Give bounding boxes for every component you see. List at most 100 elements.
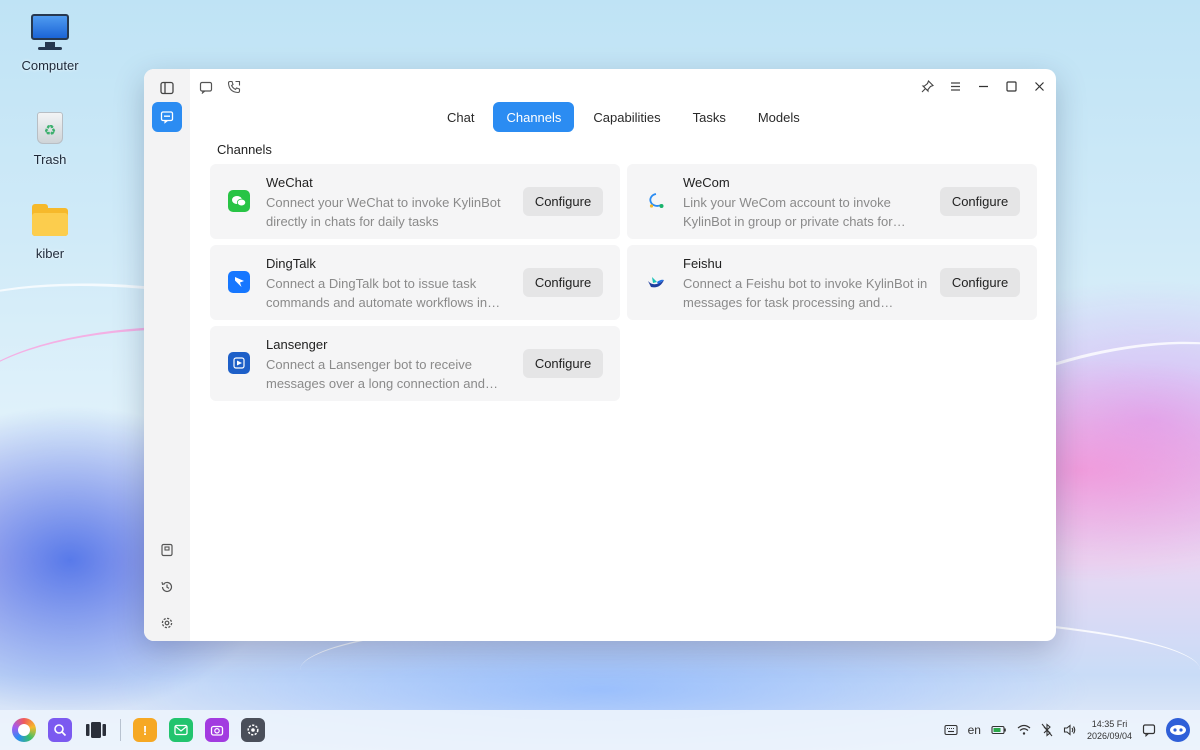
trash-icon: ♻ <box>30 106 70 146</box>
history-icon <box>161 581 173 593</box>
desktop-icon-label: kiber <box>35 246 65 261</box>
desktop-icon-computer[interactable]: Computer <box>15 12 85 73</box>
configure-wecom-button[interactable]: Configure <box>940 187 1020 216</box>
pin-icon <box>921 79 934 92</box>
keyboard-icon <box>944 724 958 736</box>
user-avatar-icon <box>1170 725 1186 735</box>
multitask-view-button[interactable] <box>84 718 108 742</box>
sidebar-item-notes[interactable] <box>152 535 182 565</box>
titlebar-tools <box>196 77 244 97</box>
notice-app-button[interactable]: ! <box>133 718 157 742</box>
hamburger-menu-icon <box>950 81 960 91</box>
channel-description: Connect a Lansenger bot to receive messa… <box>266 357 485 391</box>
avatar[interactable] <box>1166 718 1190 742</box>
multitask-icon <box>86 722 106 738</box>
channel-card-lansenger: Lansenger Connect a Lansenger bot to rec… <box>210 326 620 401</box>
settings-app-button[interactable] <box>241 718 265 742</box>
camera-icon <box>210 725 224 736</box>
new-chat-button[interactable] <box>196 77 216 97</box>
menu-button[interactable] <box>944 75 966 97</box>
battery-button[interactable] <box>991 716 1007 744</box>
tab-models[interactable]: Models <box>745 102 813 132</box>
input-language-indicator[interactable]: en <box>968 716 981 744</box>
dock: ! <box>12 718 265 742</box>
kylinbot-window: Chat Channels Capabilities Tasks Models … <box>144 69 1056 641</box>
sidebar <box>144 69 190 641</box>
channel-name: Feishu <box>683 256 723 271</box>
camera-app-button[interactable] <box>205 718 229 742</box>
window-controls <box>916 75 1050 97</box>
phone-icon <box>227 80 241 94</box>
battery-icon <box>991 725 1006 735</box>
sidebar-item-chat[interactable] <box>152 102 182 132</box>
bluetooth-button[interactable] <box>1041 716 1053 744</box>
close-icon <box>1034 81 1044 91</box>
maximize-button[interactable] <box>1000 75 1022 97</box>
lansenger-icon <box>228 352 250 374</box>
start-menu-button[interactable] <box>12 718 36 742</box>
gear-icon <box>247 724 259 736</box>
system-tray: en 14:35 Fri 2026/09/04 <box>944 716 1190 744</box>
desktop-icon-label: Computer <box>21 58 79 73</box>
search-icon <box>54 724 67 737</box>
clock-date: 2026/09/04 <box>1086 731 1132 741</box>
channel-card-dingtalk: DingTalk Connect a DingTalk bot to issue… <box>210 245 620 320</box>
notebook-icon <box>161 543 173 557</box>
envelope-icon <box>174 724 188 736</box>
channel-name: DingTalk <box>266 256 316 271</box>
feishu-icon <box>645 271 667 293</box>
alert-icon: ! <box>142 722 148 738</box>
toggle-sidebar-button[interactable] <box>152 73 182 103</box>
desktop-icon-kiber[interactable]: kiber <box>15 200 85 261</box>
channel-card-feishu: Feishu Connect a Feishu bot to invoke Ky… <box>627 245 1037 320</box>
desktop-icon-trash[interactable]: ♻ Trash <box>15 106 85 167</box>
taskbar: ! en 14:35 Fri 2026/09/04 <box>0 710 1200 750</box>
sidebar-panel-icon <box>160 81 174 95</box>
channel-description: Connect a DingTalk bot to issue task com… <box>266 276 501 310</box>
gear-icon <box>161 617 173 629</box>
wechat-icon <box>228 190 250 212</box>
section-title: Channels <box>217 142 272 157</box>
message-icon <box>160 111 174 124</box>
channel-card-wechat: WeChat Connect your WeChat to invoke Kyl… <box>210 164 620 239</box>
start-icon <box>18 724 30 736</box>
clock-time: 14:35 Fri <box>1091 719 1128 729</box>
minimize-icon <box>978 85 988 87</box>
pin-button[interactable] <box>916 75 938 97</box>
computer-icon <box>30 12 70 52</box>
notification-icon <box>1142 724 1156 737</box>
search-app-button[interactable] <box>48 718 72 742</box>
channel-card-wecom: WeCom Link your WeCom account to invoke … <box>627 164 1037 239</box>
tab-chat[interactable]: Chat <box>434 102 487 132</box>
clock[interactable]: 14:35 Fri 2026/09/04 <box>1087 718 1132 742</box>
channel-name: WeChat <box>266 175 313 190</box>
configure-dingtalk-button[interactable]: Configure <box>523 268 603 297</box>
channel-description: Connect a Feishu bot to invoke KylinBot … <box>683 276 928 310</box>
minimize-button[interactable] <box>972 75 994 97</box>
folder-icon <box>30 200 70 240</box>
channel-name: Lansenger <box>266 337 328 352</box>
main-tabs: Chat Channels Capabilities Tasks Models <box>434 102 813 132</box>
configure-wechat-button[interactable]: Configure <box>523 187 603 216</box>
tab-tasks[interactable]: Tasks <box>680 102 739 132</box>
dingtalk-icon <box>228 271 250 293</box>
wifi-icon <box>1017 724 1031 735</box>
wifi-button[interactable] <box>1017 716 1031 744</box>
sidebar-item-history[interactable] <box>152 572 182 602</box>
maximize-icon <box>1005 80 1017 92</box>
channel-description: Connect your WeChat to invoke KylinBot d… <box>266 195 501 229</box>
sidebar-item-settings[interactable] <box>152 608 182 638</box>
bluetooth-off-icon <box>1041 723 1053 737</box>
speaker-icon <box>1063 724 1076 736</box>
notification-center-button[interactable] <box>1142 716 1156 744</box>
close-button[interactable] <box>1028 75 1050 97</box>
dock-separator <box>120 719 121 741</box>
kylinbot-app-button[interactable] <box>169 718 193 742</box>
tab-channels[interactable]: Channels <box>493 102 575 132</box>
configure-feishu-button[interactable]: Configure <box>940 268 1020 297</box>
configure-lansenger-button[interactable]: Configure <box>523 349 603 378</box>
call-button[interactable] <box>224 77 244 97</box>
volume-button[interactable] <box>1063 716 1077 744</box>
tab-capabilities[interactable]: Capabilities <box>580 102 673 132</box>
keyboard-button[interactable] <box>944 716 958 744</box>
